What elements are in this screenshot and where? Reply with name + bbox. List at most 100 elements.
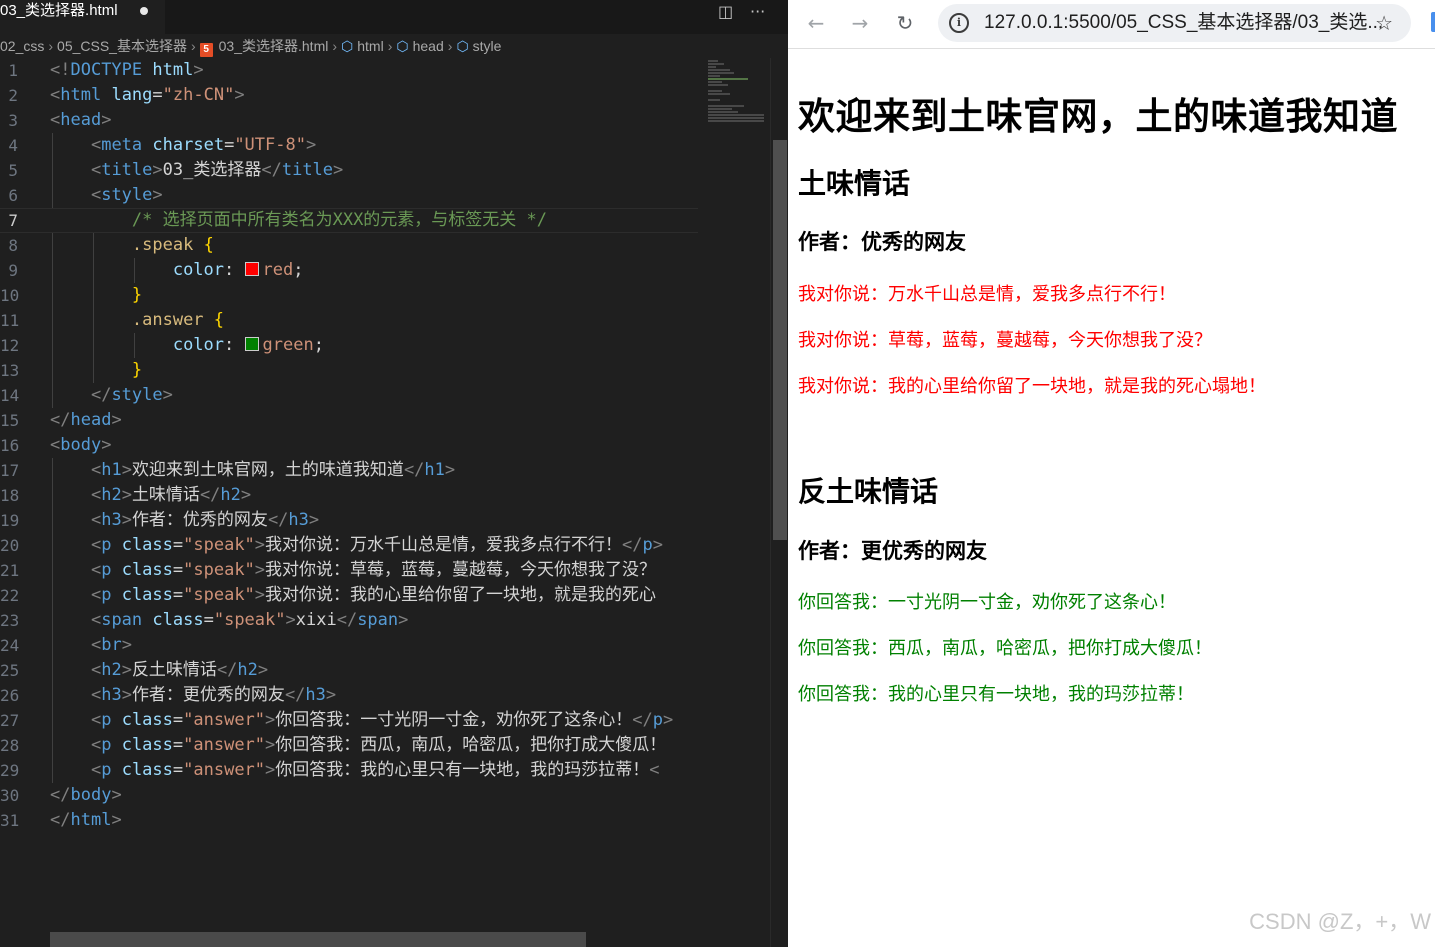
code-token: html — [70, 810, 112, 830]
forward-icon[interactable]: → — [846, 9, 874, 37]
editor-tab[interactable]: 03_类选择器.html — [0, 0, 165, 34]
split-editor-icon[interactable]: ◫ — [718, 2, 733, 21]
unsaved-dot-icon[interactable] — [140, 7, 148, 15]
horizontal-scrollbar[interactable] — [50, 932, 586, 947]
code-token: p — [652, 710, 664, 730]
answer-paragraph: 你回答我：一寸光阴一寸金，劝你死了这条心！ — [798, 592, 1176, 613]
code-line: 11 .answer { — [0, 308, 698, 333]
code-line: 22 <p class="speak">我对你说：我的心里给你留了一块地，就是我… — [0, 583, 698, 608]
code-token: h2 — [220, 485, 241, 505]
code-line: 24 <br> — [0, 633, 698, 658]
code-line: 2 <html lang="zh-CN"> — [0, 83, 698, 108]
breadcrumb: 02_css › 05_CSS_基本选择器 › 5 03_类选择器.html › ⬡ html ›… — [0, 36, 700, 58]
code-token: title — [101, 160, 153, 180]
code-token: h2 — [101, 660, 122, 680]
code-line: 29 <p class="answer">你回答我：我的心里只有一块地，我的玛莎… — [0, 758, 698, 783]
code-line: 10 } — [0, 283, 698, 308]
more-actions-icon[interactable]: ··· — [750, 2, 765, 21]
speak-paragraph: 我对你说：草莓，蓝莓，蔓越莓，今天你想我了没？ — [798, 330, 1212, 351]
reload-icon[interactable]: ↻ — [891, 9, 919, 37]
breadcrumb-item[interactable]: head — [413, 38, 444, 54]
code-token: class — [152, 610, 204, 630]
line-number: 18 — [0, 486, 20, 505]
line-number: 23 — [0, 611, 20, 630]
line-number: 22 — [0, 586, 20, 605]
page-heading: 欢迎来到土味官网，土的味道我知道 — [798, 95, 1398, 138]
code-token: h3 — [101, 510, 122, 530]
bookmark-star-icon[interactable]: ☆ — [1375, 4, 1393, 42]
code-token: p — [101, 585, 112, 605]
line-number: 9 — [8, 261, 18, 280]
code-token: 欢迎来到土味官网，土的味道我知道 — [131, 460, 404, 480]
back-icon[interactable]: ← — [802, 9, 830, 37]
code-line: 16 <body> — [0, 433, 698, 458]
code-token: h1 — [424, 460, 445, 480]
code-line: 21 <p class="speak">我对你说：草莓，蓝莓，蔓越莓，今天你想我… — [0, 558, 698, 583]
vertical-scrollbar[interactable] — [770, 58, 787, 947]
extension-icon[interactable] — [1431, 12, 1435, 32]
code-token: h3 — [101, 685, 122, 705]
code-line: 15 </head> — [0, 408, 698, 433]
html5-icon: 5 — [199, 43, 213, 57]
breadcrumb-item[interactable]: html — [357, 38, 383, 54]
element-cube-icon: ⬡ — [341, 38, 354, 54]
code-token: 你回答我：我的心里只有一块地，我的玛莎拉蒂！ — [275, 760, 650, 780]
code-line: 23 <span class="speak">xixi</span> — [0, 608, 698, 633]
breadcrumb-item[interactable]: 03_类选择器.html — [219, 36, 329, 56]
color-swatch-icon[interactable] — [244, 262, 259, 276]
code-token: "UTF-8" — [234, 135, 306, 155]
line-number: 3 — [8, 111, 18, 130]
chevron-right-icon: › — [447, 38, 453, 54]
chevron-right-icon: › — [332, 38, 338, 54]
code-line: 20 <p class="speak">我对你说：万水千山总是情，爱我多点行不行… — [0, 533, 698, 558]
breadcrumb-item[interactable]: style — [473, 38, 502, 54]
code-area[interactable]: 1 <!DOCTYPE html> 2 <html lang="zh-CN"> 3 <… — [0, 58, 698, 918]
address-bar[interactable]: i 127.0.0.1:5500/05_CSS_基本选择器/03_类选... ☆ — [938, 4, 1411, 42]
code-token: body — [70, 785, 112, 805]
code-token: span — [357, 610, 399, 630]
line-number: 27 — [0, 711, 20, 730]
minimap[interactable] — [700, 58, 770, 918]
line-number: 24 — [0, 636, 20, 655]
breadcrumb-item[interactable]: 05_CSS_基本选择器 — [57, 36, 187, 56]
site-info-icon[interactable]: i — [949, 13, 969, 33]
line-number: 25 — [0, 661, 20, 680]
line-number: 16 — [0, 436, 20, 455]
code-editor[interactable]: 03_类选择器.html ◫ ··· 02_css › 05_CSS_基本选择器 › 5… — [0, 0, 788, 947]
code-line: 9 color: red; — [0, 258, 698, 283]
code-line: 3 <head> — [0, 108, 698, 133]
code-token: "speak" — [183, 560, 255, 580]
line-number: 17 — [0, 461, 20, 480]
code-token: class — [121, 735, 173, 755]
scrollbar-thumb[interactable] — [773, 140, 787, 540]
code-token: green — [262, 335, 314, 355]
code-token: .speak — [131, 235, 194, 255]
browser-window: ← → ↻ i 127.0.0.1:5500/05_CSS_基本选择器/03_类… — [788, 0, 1435, 947]
code-token: "answer" — [183, 735, 266, 755]
tab-filename: 03_类选择器.html — [0, 2, 118, 19]
line-number: 13 — [0, 361, 20, 380]
code-token: p — [101, 535, 112, 555]
code-line: 13 } — [0, 358, 698, 383]
line-number: 11 — [0, 311, 20, 330]
url-text[interactable]: 127.0.0.1:5500/05_CSS_基本选择器/03_类选... — [984, 4, 1383, 42]
code-token: class — [121, 560, 173, 580]
code-token: xixi — [295, 610, 337, 630]
element-cube-icon: ⬡ — [396, 38, 409, 54]
line-number: 28 — [0, 736, 20, 755]
code-token: html — [152, 60, 194, 80]
code-token: "zh-CN" — [162, 85, 235, 105]
code-token: html — [60, 85, 102, 105]
code-token: p — [642, 535, 653, 555]
breadcrumb-item[interactable]: 02_css — [0, 38, 44, 54]
code-line: 31 </html> — [0, 808, 698, 833]
code-token: meta — [101, 135, 143, 155]
code-token: "speak" — [183, 535, 255, 555]
line-number: 26 — [0, 686, 20, 705]
author-heading: 作者：更优秀的网友 — [798, 539, 987, 563]
browser-toolbar: ← → ↻ i 127.0.0.1:5500/05_CSS_基本选择器/03_类… — [788, 0, 1435, 49]
section-heading: 反土味情话 — [798, 475, 939, 508]
code-token: h2 — [101, 485, 122, 505]
color-swatch-icon[interactable] — [244, 337, 259, 351]
line-number: 20 — [0, 536, 20, 555]
